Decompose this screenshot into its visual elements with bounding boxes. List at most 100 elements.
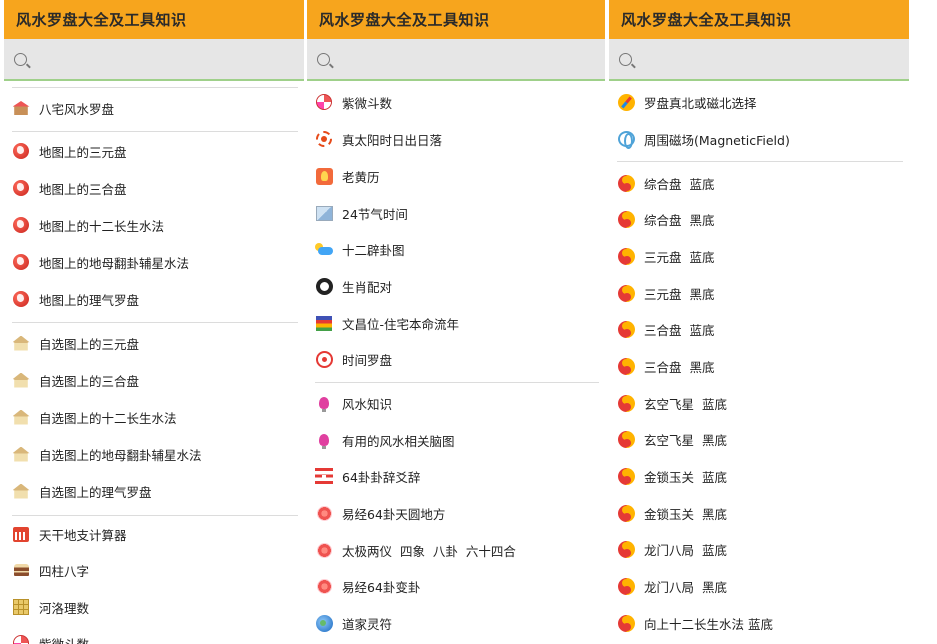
- list-item[interactable]: 风水知识: [315, 385, 599, 421]
- list-item-label: 综合盘 蓝底: [644, 176, 715, 192]
- list-item[interactable]: 综合盘 蓝底: [617, 165, 903, 201]
- flower-icon: [315, 577, 333, 595]
- search-icon[interactable]: [14, 52, 27, 66]
- temple-icon: [12, 408, 30, 426]
- list-item-label: 地图上的地母翻卦辅星水法: [39, 255, 190, 271]
- app-bar: 风水罗盘大全及工具知识: [307, 0, 605, 39]
- list-item[interactable]: 地图上的理气罗盘: [12, 281, 298, 317]
- list-item[interactable]: 太极两仪 四象 八卦 六十四合: [315, 532, 599, 568]
- list-item[interactable]: 64卦卦辞爻辞: [315, 458, 599, 494]
- list-item-label: 龙门八局 黑底: [644, 579, 727, 595]
- list-item-label: 太极两仪 四象 八卦 六十四合: [342, 543, 516, 559]
- search-bar[interactable]: [4, 39, 304, 81]
- taiji-icon-glyph: [617, 284, 635, 302]
- search-icon[interactable]: [317, 52, 330, 66]
- list-item-label: 三元盘 蓝底: [644, 249, 715, 265]
- hexagram-icon: [315, 467, 333, 485]
- globe-icon: [12, 290, 30, 308]
- list-item[interactable]: 综合盘 黑底: [617, 201, 903, 237]
- list-item[interactable]: 十二辟卦图: [315, 231, 599, 267]
- search-bar[interactable]: [609, 39, 909, 81]
- list-item[interactable]: 天干地支计算器: [12, 516, 298, 552]
- ziwei-icon: [315, 93, 333, 111]
- taiji-icon: [617, 210, 635, 228]
- taiji-icon: [617, 357, 635, 375]
- globe-icon: [12, 216, 30, 234]
- list-item[interactable]: 自选图上的地母翻卦辅星水法: [12, 436, 298, 472]
- temple-icon-glyph: [12, 483, 30, 499]
- app-title: 风水罗盘大全及工具知识: [319, 11, 490, 29]
- list-item[interactable]: 紫微斗数: [315, 84, 599, 120]
- list-item-label: 周围磁场(MagneticField): [644, 132, 790, 148]
- list-item-label: 时间罗盘: [342, 352, 393, 368]
- list-item[interactable]: 生肖配对: [315, 268, 599, 304]
- globe-icon-glyph: [13, 143, 29, 159]
- list-item[interactable]: 文昌位-住宅本命流年: [315, 305, 599, 341]
- list-item[interactable]: 玄空飞星 黑底: [617, 421, 903, 457]
- flower-icon: [315, 541, 333, 559]
- list-item-label: 十二辟卦图: [342, 242, 405, 258]
- list-item[interactable]: 向上十二长生水法 蓝底: [617, 605, 903, 641]
- search-bar[interactable]: [307, 39, 605, 81]
- list-item[interactable]: 罗盘真北或磁北选择: [617, 84, 903, 120]
- taiji-icon-glyph: [617, 174, 635, 192]
- list-item-label: 易经64卦天圆地方: [342, 506, 446, 522]
- list-item[interactable]: 河洛理数: [12, 589, 298, 625]
- list-item[interactable]: 四柱八字: [12, 552, 298, 588]
- list-item[interactable]: 紫微斗数: [12, 625, 298, 644]
- list-item[interactable]: 龙门八局 黑底: [617, 568, 903, 604]
- list-item-label: 风水知识: [342, 396, 393, 412]
- ziwei-icon-glyph: [13, 635, 29, 644]
- list-item[interactable]: 自选图上的理气罗盘: [12, 473, 298, 509]
- list-item[interactable]: 地图上的十二长生水法: [12, 207, 298, 243]
- list-item[interactable]: 地图上的三合盘: [12, 170, 298, 206]
- list-item[interactable]: 自选图上的十二长生水法: [12, 399, 298, 435]
- list-item[interactable]: 有用的风水相关脑图: [315, 422, 599, 458]
- list-item[interactable]: 龙门八局 蓝底: [617, 531, 903, 567]
- list-item[interactable]: 三合盘 蓝底: [617, 311, 903, 347]
- list-item[interactable]: 易经64卦变卦: [315, 568, 599, 604]
- list-item[interactable]: 时间罗盘: [315, 341, 599, 377]
- list-item-label: 24节气时间: [342, 206, 408, 222]
- screenshot-collage: 风水罗盘大全及工具知识 八宅风水罗盘 地图上的三元盘地图上的三合盘地图上的十二长生…: [0, 0, 937, 644]
- seasons-icon-glyph: [315, 205, 333, 221]
- temple-icon: [12, 334, 30, 352]
- list-item[interactable]: 玄空飞星 蓝底: [617, 385, 903, 421]
- list-item[interactable]: 三合盘 黑底: [617, 348, 903, 384]
- list-item[interactable]: 自选图上的三元盘: [12, 325, 298, 361]
- list-item[interactable]: 24节气时间: [315, 195, 599, 231]
- list-item-label: 地图上的三合盘: [39, 181, 127, 197]
- list-item-label: 金锁玉关 黑底: [644, 506, 727, 522]
- taiji-icon-glyph: [617, 210, 635, 228]
- grid-icon-glyph: [13, 599, 29, 615]
- taiji-icon-glyph: [617, 430, 635, 448]
- section-divider: [617, 161, 903, 162]
- list-item[interactable]: 地图上的地母翻卦辅星水法: [12, 244, 298, 280]
- list-item[interactable]: 道家灵符: [315, 605, 599, 641]
- cake-icon: [12, 561, 30, 579]
- section-divider: [12, 87, 298, 88]
- list-item[interactable]: 老黄历: [315, 158, 599, 194]
- seasons-icon: [315, 204, 333, 222]
- list-item[interactable]: 八宅风水罗盘: [12, 90, 298, 126]
- calendar-icon: [12, 525, 30, 543]
- temple-icon: [12, 445, 30, 463]
- list-item[interactable]: 自选图上的三合盘: [12, 362, 298, 398]
- list-item[interactable]: 三元盘 黑底: [617, 275, 903, 311]
- bulb-icon: [315, 431, 333, 449]
- globe-icon-glyph: [13, 254, 29, 270]
- list-item[interactable]: 周围磁场(MagneticField): [617, 121, 903, 157]
- list-item[interactable]: 金锁玉关 黑底: [617, 495, 903, 531]
- list-item[interactable]: 三元盘 蓝底: [617, 238, 903, 274]
- list-item-label: 地图上的理气罗盘: [39, 292, 140, 308]
- list-item[interactable]: 真太阳时日出日落: [315, 121, 599, 157]
- app-bar: 风水罗盘大全及工具知识: [4, 0, 304, 39]
- target-icon-glyph: [315, 350, 333, 368]
- list-item[interactable]: 金锁玉关 蓝底: [617, 458, 903, 494]
- house-icon: [12, 99, 30, 117]
- search-icon[interactable]: [619, 52, 632, 66]
- books-icon-glyph: [316, 315, 332, 331]
- list-item[interactable]: 地图上的三元盘: [12, 133, 298, 169]
- taiji-icon: [617, 467, 635, 485]
- list-item[interactable]: 易经64卦天圆地方: [315, 495, 599, 531]
